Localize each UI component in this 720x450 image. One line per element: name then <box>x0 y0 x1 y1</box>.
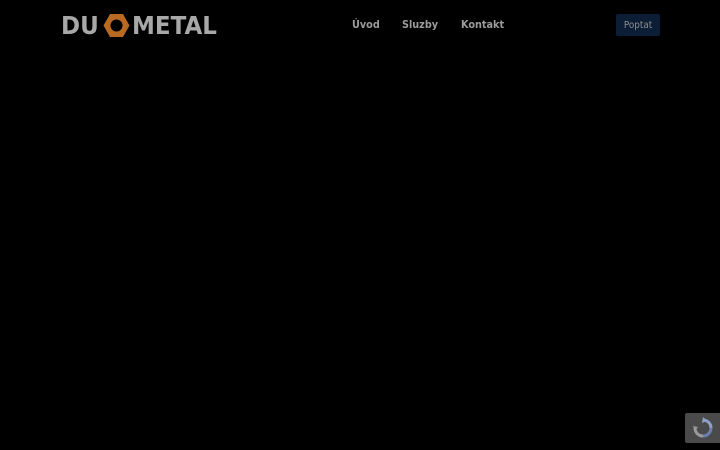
recaptcha-icon <box>692 417 712 438</box>
main-nav: Úvod Sluzby Kontakt <box>352 17 528 33</box>
site-logo[interactable]: DU METAL <box>61 9 224 41</box>
nav-item-kontakt[interactable]: Kontakt <box>461 17 504 33</box>
hex-nut-icon <box>103 13 130 37</box>
poptat-button-label: Poptat <box>623 19 653 31</box>
site-header: DU METAL Úvod Sluzby Kontakt Poptat <box>0 0 720 50</box>
poptat-button[interactable]: Poptat <box>616 14 660 36</box>
logo-text-metal: METAL <box>132 10 218 40</box>
recaptcha-badge[interactable] <box>685 413 720 443</box>
nav-item-sluzby[interactable]: Sluzby <box>402 17 438 33</box>
nav-item-uvod[interactable]: Úvod <box>352 17 380 33</box>
logo-text-du: DU <box>61 10 99 40</box>
